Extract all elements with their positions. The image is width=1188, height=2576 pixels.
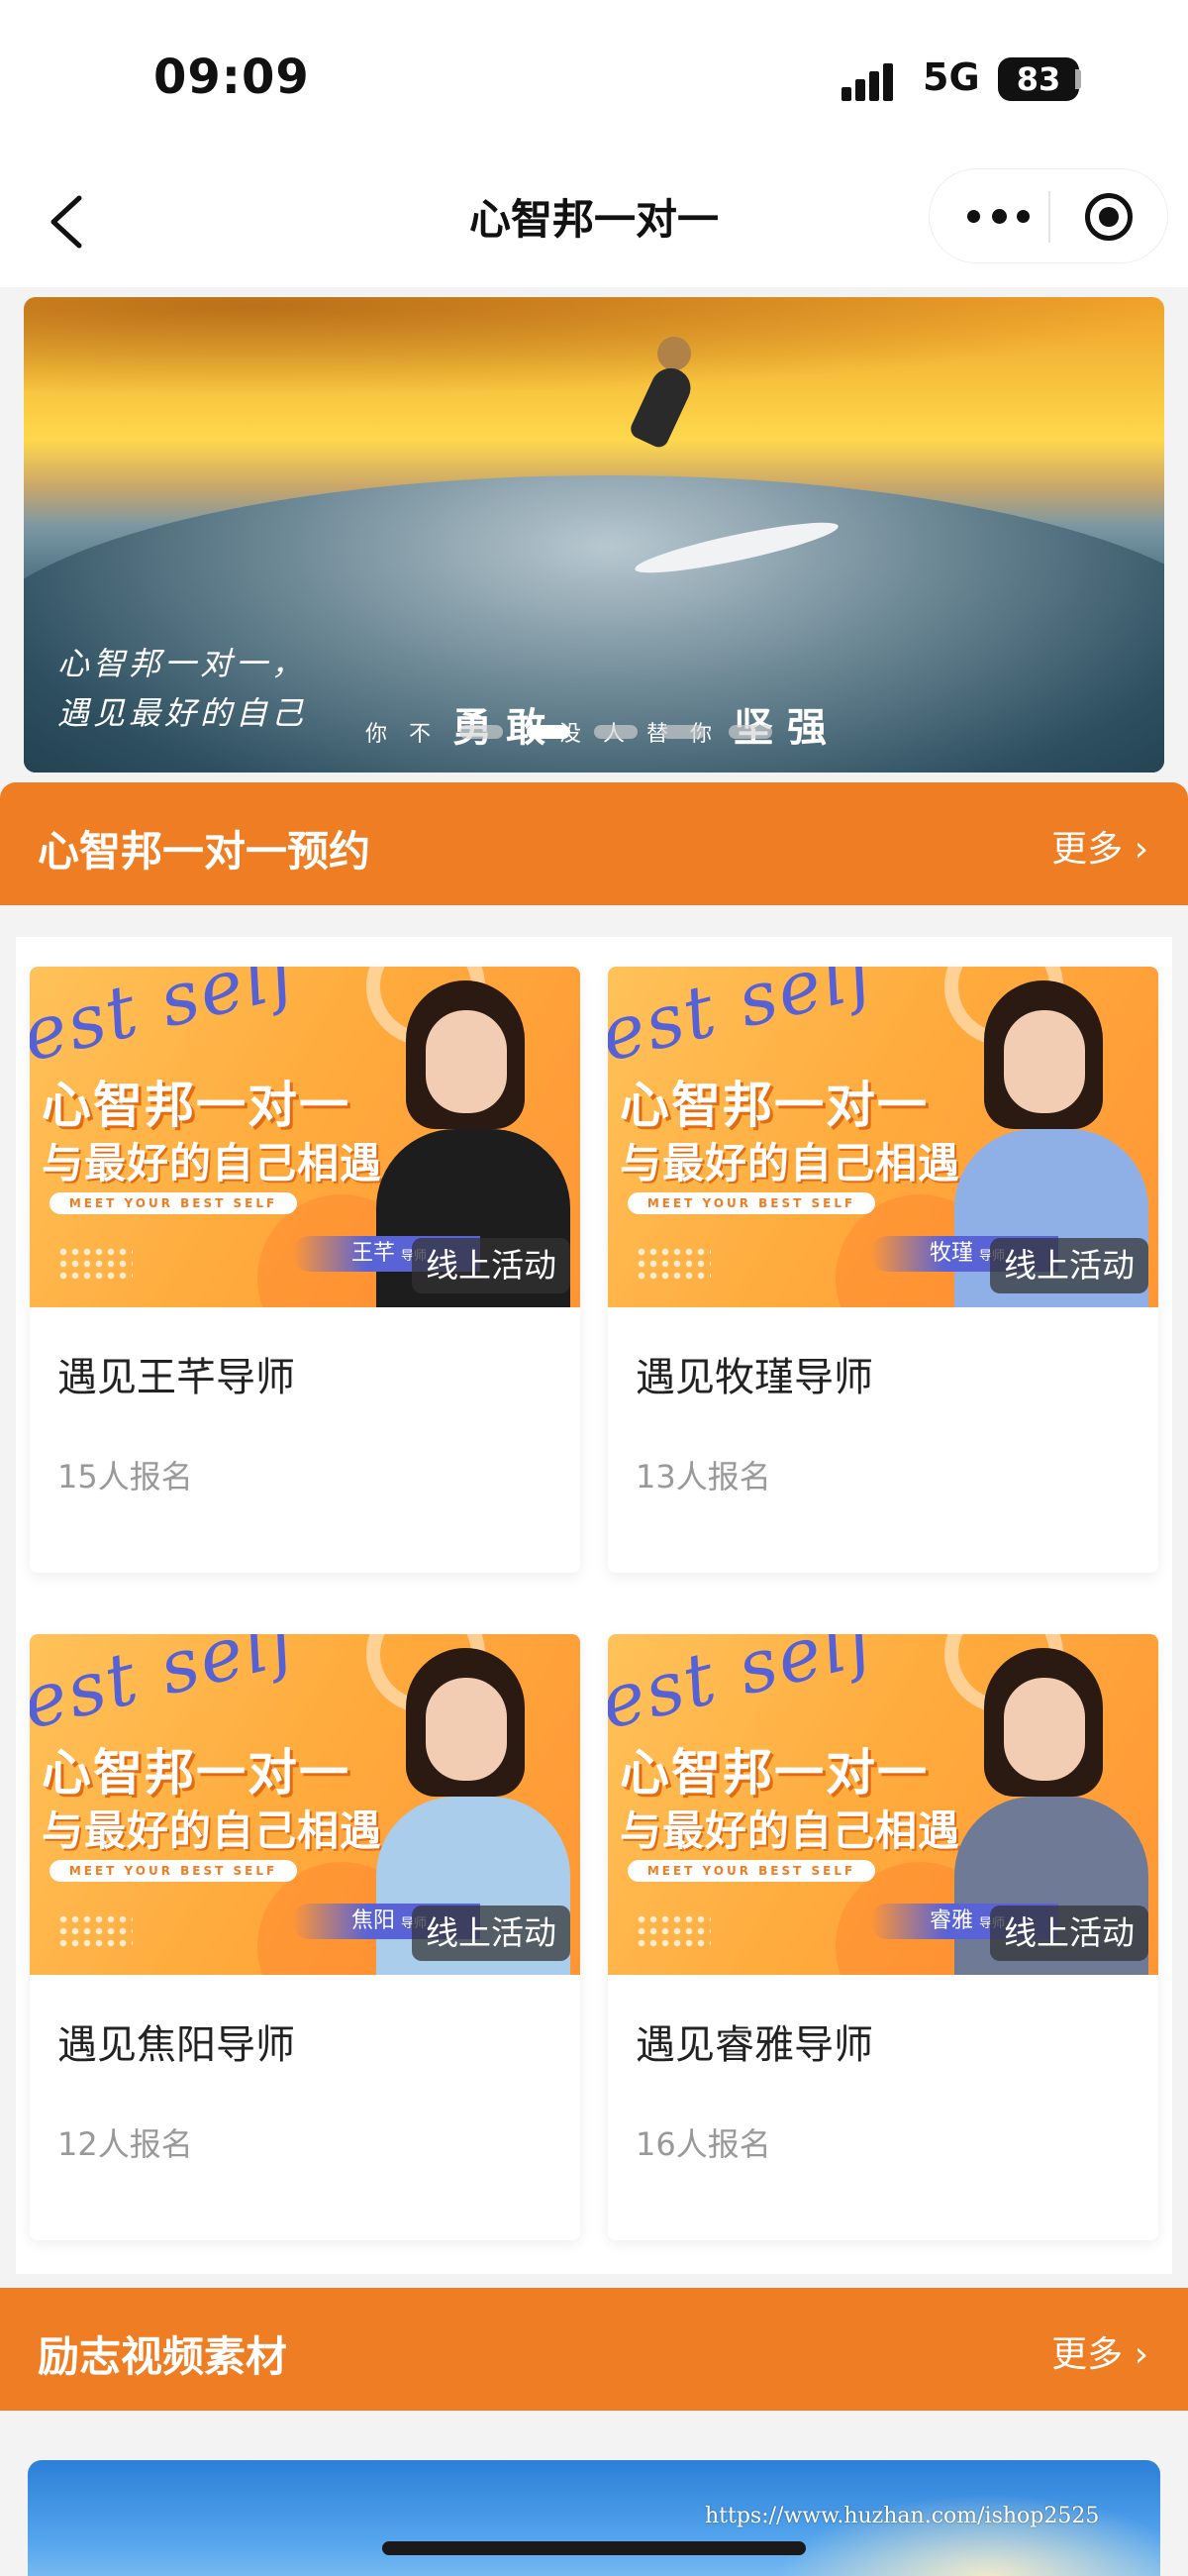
decor-dot-grid xyxy=(636,1913,711,1949)
online-event-badge: 线上活动 xyxy=(412,1906,570,1961)
capsule-divider xyxy=(1048,191,1050,243)
page: 09:09 5G 83 心智邦一对一 心智邦一对一， 遇见最好的自己 你不勇敢没… xyxy=(0,0,1188,2576)
mentor-name: 焦阳 xyxy=(351,1908,396,1933)
carousel-dots xyxy=(459,725,786,741)
card-script-text: est self xyxy=(608,1634,886,1747)
status-bar: 09:09 5G 83 xyxy=(0,0,1188,158)
card-script-text: est self xyxy=(30,967,308,1080)
slogan-small-1: 你不 xyxy=(365,722,453,747)
mentor-card-image: est self 心智邦一对一 与最好的自己相遇 MEET YOUR BEST SEL… xyxy=(608,1634,1158,1975)
nav-bar: 心智邦一对一 xyxy=(0,158,1188,287)
mentor-card-title: 遇见睿雅导师 xyxy=(636,2022,873,2068)
mentor-card[interactable]: est self 心智邦一对一与最好的自己相遇 MEET YOUR BEST SEL… xyxy=(30,967,580,1573)
banner-line-2: 遇见最好的自己 xyxy=(57,694,308,732)
card-subline: 与最好的自己相遇 xyxy=(620,1806,961,1855)
watermark: https://www.huzhan.com/ishop2525 xyxy=(705,2504,1100,2528)
decor-dot-grid xyxy=(57,1246,133,1282)
card-script-text: est self xyxy=(30,1634,308,1747)
carousel-dot[interactable] xyxy=(527,725,570,739)
carousel-dot[interactable] xyxy=(459,725,503,739)
booking-more-link[interactable]: 更多 › xyxy=(1051,820,1148,872)
booking-section-title: 心智邦一对一预约 xyxy=(38,827,371,876)
decor-dot-grid xyxy=(636,1246,711,1282)
mentor-card-title: 遇见牧瑾导师 xyxy=(636,1355,873,1400)
card-subline: 与最好的自己相遇 xyxy=(42,1139,383,1187)
card-script-text: est self xyxy=(608,967,886,1080)
mini-program-capsule xyxy=(929,168,1168,263)
mentor-card[interactable]: est self 心智邦一对一 与最好的自己相遇 MEET YOUR BEST SEL… xyxy=(30,1634,580,2240)
online-event-badge: 线上活动 xyxy=(990,1238,1148,1293)
banner-line-1: 心智邦一对一， xyxy=(57,645,308,682)
card-headline: 心智邦一对一 xyxy=(42,1077,350,1134)
mentor-card-title: 遇见王芊导师 xyxy=(57,1355,295,1400)
carousel-dot[interactable] xyxy=(661,725,705,739)
card-english-pill: MEET YOUR BEST SELF xyxy=(628,1860,875,1882)
online-event-badge: 线上活动 xyxy=(990,1906,1148,1961)
banner-sky xyxy=(24,297,1164,396)
mentor-card-image: est self 心智邦一对一 与最好的自己相遇 MEET YOUR BEST SEL… xyxy=(30,1634,580,1975)
signal-icon xyxy=(842,59,907,101)
mentor-card[interactable]: est self 心智邦一对一与最好的自己相遇 MEET YOUR BEST SEL… xyxy=(608,967,1158,1573)
video-more-link[interactable]: 更多 › xyxy=(1051,2325,1148,2377)
status-time: 09:09 xyxy=(153,50,310,105)
video-section-header: 励志视频素材 更多 › xyxy=(0,2288,1188,2411)
target-icon[interactable] xyxy=(1085,193,1133,241)
signup-count: 16人报名 xyxy=(636,2125,771,2163)
mentor-name: 牧瑾 xyxy=(930,1241,974,1266)
mentor-name: 睿雅 xyxy=(930,1908,974,1933)
surfer-image xyxy=(603,337,842,582)
mentor-card[interactable]: est self 心智邦一对一 与最好的自己相遇 MEET YOUR BEST SEL… xyxy=(608,1634,1158,2240)
booking-section-header: 心智邦一对一预约 更多 › xyxy=(0,782,1188,905)
mentor-name: 王芊 xyxy=(351,1241,396,1266)
card-english-pill: MEET YOUR BEST SELF xyxy=(50,1860,297,1882)
decor-dot-grid xyxy=(57,1913,133,1949)
signup-count: 13人报名 xyxy=(636,1458,771,1495)
card-headline: 心智邦一对一 xyxy=(620,1077,929,1134)
signup-count: 15人报名 xyxy=(57,1458,193,1495)
video-section-title: 励志视频素材 xyxy=(38,2332,288,2381)
battery-icon: 83 xyxy=(998,57,1079,101)
network-type: 5G xyxy=(923,55,980,99)
mentor-card-image: est self 心智邦一对一与最好的自己相遇 MEET YOUR BEST SEL… xyxy=(30,967,580,1307)
carousel-dot[interactable] xyxy=(594,725,638,739)
card-subline: 与最好的自己相遇 xyxy=(42,1806,383,1855)
card-english-pill: MEET YOUR BEST SELF xyxy=(628,1192,875,1214)
card-english-pill: MEET YOUR BEST SELF xyxy=(50,1192,297,1214)
card-subline: 与最好的自己相遇 xyxy=(620,1139,961,1187)
card-headline: 心智邦一对一 xyxy=(42,1744,350,1802)
home-indicator xyxy=(382,2541,806,2555)
mentor-card-image: est self 心智邦一对一与最好的自己相遇 MEET YOUR BEST SEL… xyxy=(608,967,1158,1307)
more-icon[interactable] xyxy=(959,197,1039,237)
hero-banner[interactable]: 心智邦一对一， 遇见最好的自己 你不勇敢没人替你坚强 xyxy=(24,297,1164,773)
banner-slogan: 你不勇敢没人替你坚强 xyxy=(365,695,841,753)
online-event-badge: 线上活动 xyxy=(412,1238,570,1293)
signup-count: 12人报名 xyxy=(57,2125,193,2163)
battery-tip xyxy=(1075,69,1081,89)
mentor-card-title: 遇见焦阳导师 xyxy=(57,2022,295,2068)
banner-caption: 心智邦一对一， 遇见最好的自己 xyxy=(57,639,307,738)
carousel-dot[interactable] xyxy=(729,725,772,739)
card-headline: 心智邦一对一 xyxy=(620,1744,929,1802)
